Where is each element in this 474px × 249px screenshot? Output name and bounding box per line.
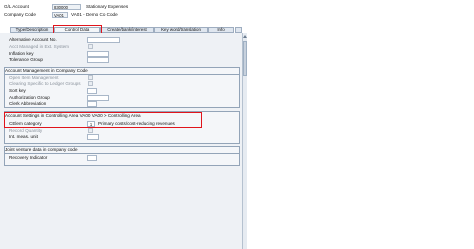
- account-management-title: Account Management in Company Code: [5, 68, 88, 73]
- scroll-up-arrow-icon[interactable]: [243, 35, 247, 38]
- joint-venture-title: Joint venture data in company code: [5, 147, 78, 152]
- joint-venture-divider: [4, 153, 240, 154]
- clearing-checkbox[interactable]: [88, 81, 93, 86]
- clearing-label: Clearing Specific to Ledger Groups: [9, 81, 81, 86]
- gl-account-field[interactable]: 830000: [52, 4, 81, 10]
- int-meas-unit-field[interactable]: [87, 134, 99, 140]
- recovery-indicator-field[interactable]: [87, 155, 97, 161]
- company-code-label: Company Code: [4, 12, 36, 17]
- alt-account-label: Alternative Account No.: [9, 37, 57, 42]
- company-code-field[interactable]: VA01: [52, 12, 68, 18]
- gl-account-label: G/L Account: [4, 4, 29, 9]
- sort-key-field[interactable]: [87, 88, 97, 94]
- open-item-checkbox[interactable]: [88, 75, 93, 80]
- sort-key-label: Sort key: [9, 88, 26, 93]
- tolerance-group-field[interactable]: [87, 57, 109, 63]
- record-quantity-checkbox[interactable]: [88, 128, 93, 133]
- alt-account-field[interactable]: [87, 37, 120, 43]
- int-meas-unit-label: Int. meas. unit: [9, 134, 38, 139]
- acct-managed-label: Acct Managed in Ext. System: [9, 44, 69, 49]
- scrollbar-thumb[interactable]: [243, 41, 247, 76]
- gl-account-description: Stationary Expenses: [86, 4, 129, 9]
- clerk-abbrev-field[interactable]: [87, 101, 97, 107]
- account-settings-highlight: [4, 112, 202, 128]
- company-code-description: VA01 - Demo Co Code: [71, 12, 118, 17]
- acct-managed-checkbox[interactable]: [88, 44, 93, 49]
- recovery-indicator-label: Recovery Indicator: [9, 155, 48, 160]
- clerk-abbrev-label: Clerk Abbreviation: [9, 101, 47, 106]
- vertical-scrollbar[interactable]: [242, 33, 247, 249]
- tolerance-group-label: Tolerance Group: [9, 57, 43, 62]
